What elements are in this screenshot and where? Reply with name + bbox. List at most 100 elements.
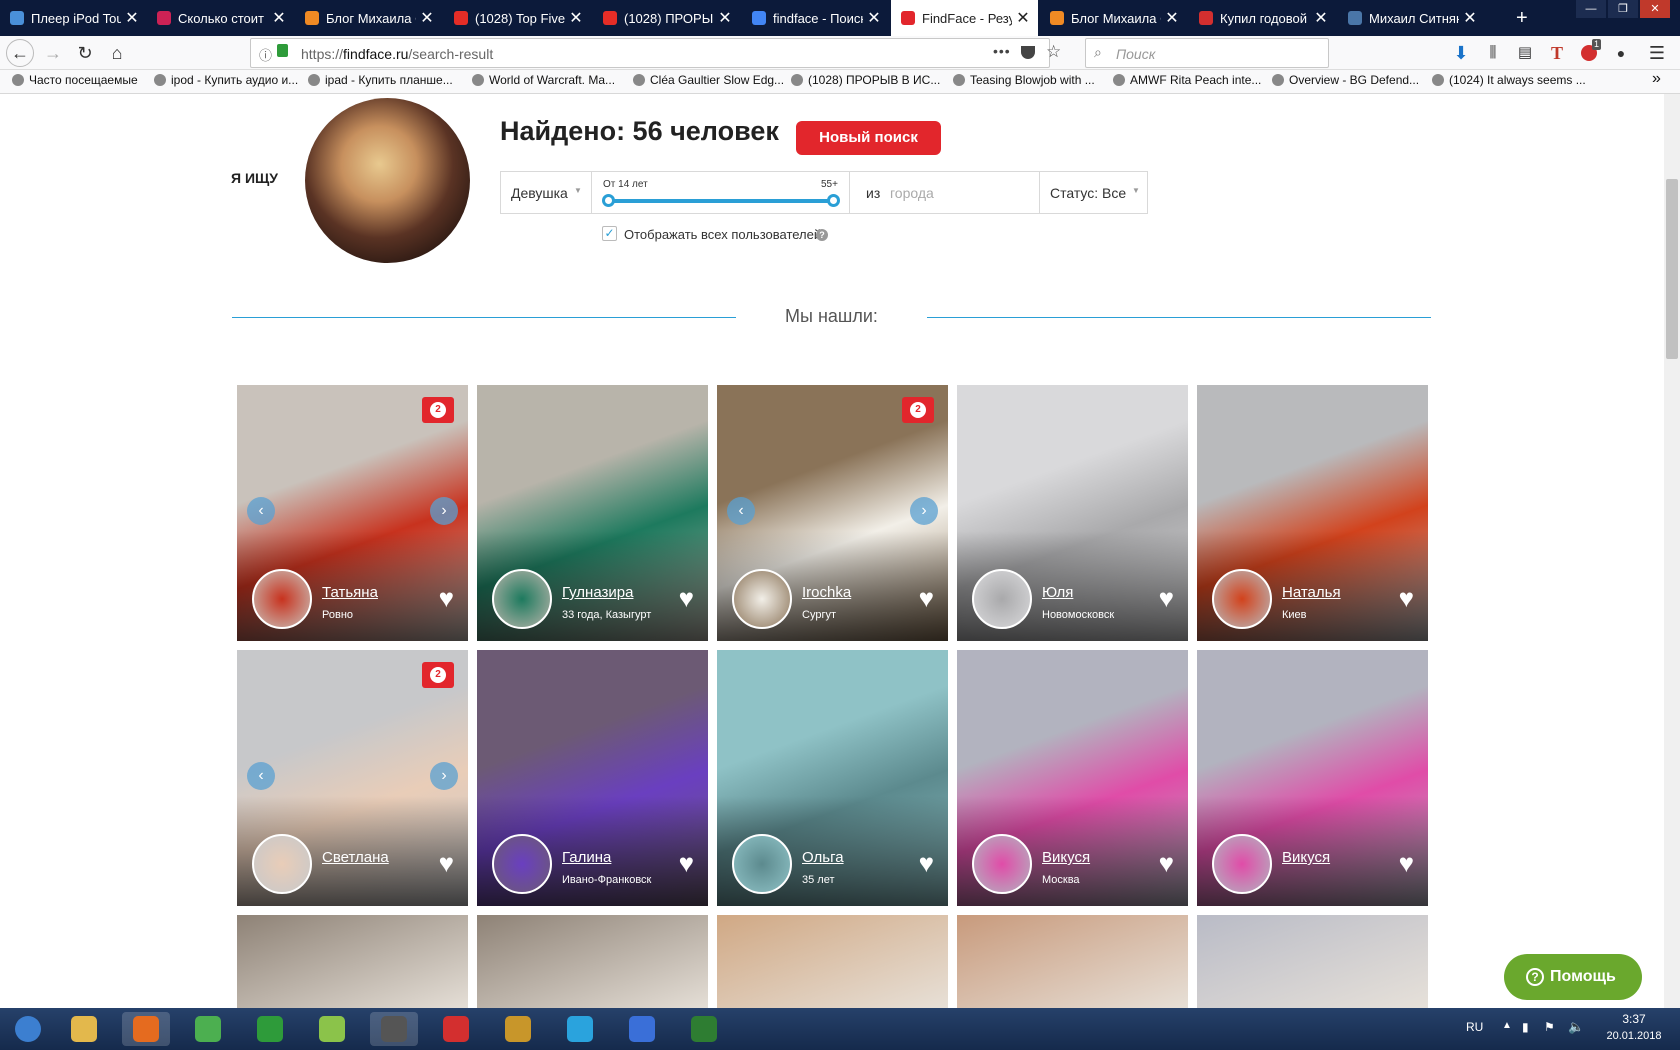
green-app-icon[interactable] <box>680 1012 728 1046</box>
prev-photo-icon[interactable]: ‹ <box>247 497 275 525</box>
result-card[interactable] <box>717 915 948 1008</box>
profile-name-link[interactable]: Светлана <box>322 849 389 866</box>
profile-name-link[interactable]: Викуся <box>1282 849 1330 866</box>
prev-photo-icon[interactable]: ‹ <box>727 497 755 525</box>
heart-icon[interactable]: ♥ <box>1399 585 1414 611</box>
translate-icon[interactable]: T <box>1544 41 1570 65</box>
url-text[interactable]: https://findface.ru/search-result <box>301 46 493 62</box>
avatar[interactable] <box>1212 834 1272 894</box>
chrome-icon[interactable] <box>184 1012 232 1046</box>
next-photo-icon[interactable]: › <box>430 497 458 525</box>
photo-count-icon[interactable]: 2 <box>422 397 454 423</box>
profile-name-link[interactable]: Irochka <box>802 584 851 601</box>
result-card[interactable]: Юля Новомосковск ♥ <box>957 385 1188 641</box>
bookmarks-overflow-icon[interactable]: » <box>1652 70 1661 88</box>
result-card[interactable] <box>957 915 1188 1008</box>
photo-count-icon[interactable]: 2 <box>422 662 454 688</box>
tab-close-icon[interactable]: ✕ <box>1012 8 1034 28</box>
tab-close-icon[interactable]: ✕ <box>714 8 736 28</box>
result-card[interactable] <box>1197 915 1428 1008</box>
result-card[interactable]: Галина Ивано-Франковск ♥ <box>477 650 708 906</box>
home-icon[interactable]: ⌂ <box>104 41 130 65</box>
telegram-icon[interactable] <box>556 1012 604 1046</box>
start-icon[interactable] <box>4 1012 52 1046</box>
blue-app-icon[interactable] <box>618 1012 666 1046</box>
clock-date[interactable]: 20.01.2018 <box>1596 1030 1672 1042</box>
result-card[interactable]: 2 ‹ › Irochka Сургут ♥ <box>717 385 948 641</box>
avatar[interactable] <box>252 834 312 894</box>
avatar[interactable] <box>972 834 1032 894</box>
tab-8[interactable]: Купил годовой ✕ <box>1189 0 1336 36</box>
forward-icon[interactable]: → <box>40 41 66 65</box>
page-scrollbar[interactable] <box>1664 94 1680 1008</box>
window-close-button[interactable]: ✕ <box>1640 0 1670 18</box>
adblock-icon[interactable]: 1 <box>1576 39 1602 65</box>
search-field[interactable]: ⌕ Поиск <box>1085 38 1329 68</box>
warcraft-icon[interactable] <box>494 1012 542 1046</box>
next-photo-icon[interactable]: › <box>430 762 458 790</box>
tab-2[interactable]: Блог Михаила С ✕ <box>295 0 442 36</box>
avatar[interactable] <box>492 569 552 629</box>
bookmark-item[interactable]: Teasing Blowjob with ... <box>953 73 1095 87</box>
tab-6[interactable]: FindFace - Резул✕ <box>891 0 1038 36</box>
avatar[interactable] <box>252 569 312 629</box>
new-tab-button[interactable]: + <box>1506 0 1536 36</box>
avatar[interactable] <box>492 834 552 894</box>
heart-icon[interactable]: ♥ <box>919 850 934 876</box>
clock-time[interactable]: 3:37 <box>1604 1012 1664 1026</box>
window-maximize-button[interactable]: ❐ <box>1608 0 1638 18</box>
tab-9[interactable]: Михаил Ситнян ✕ <box>1338 0 1485 36</box>
utorrent-icon[interactable] <box>246 1012 294 1046</box>
heart-icon[interactable]: ♥ <box>679 850 694 876</box>
profile-name-link[interactable]: Ольга <box>802 849 844 866</box>
prev-photo-icon[interactable]: ‹ <box>247 762 275 790</box>
result-card[interactable]: Викуся Москва ♥ <box>957 650 1188 906</box>
avatar[interactable] <box>972 569 1032 629</box>
menu-icon[interactable]: ☰ <box>1644 41 1670 65</box>
profile-name-link[interactable]: Татьяна <box>322 584 378 601</box>
tab-3[interactable]: (1028) Top Five - ✕ <box>444 0 591 36</box>
back-icon[interactable]: ← <box>6 39 34 67</box>
photo-count-icon[interactable]: 2 <box>902 397 934 423</box>
bookmark-item[interactable]: ipod - Купить аудио и... <box>154 73 298 87</box>
bookmark-item[interactable]: AMWF Rita Peach inte... <box>1113 73 1261 87</box>
tab-close-icon[interactable]: ✕ <box>1310 8 1332 28</box>
result-card[interactable]: 2 ‹ › Светлана ♥ <box>237 650 468 906</box>
bookmark-star-icon[interactable]: ☆ <box>1046 42 1061 62</box>
network-icon[interactable]: ▮ <box>1522 1020 1529 1034</box>
heart-icon[interactable]: ♥ <box>919 585 934 611</box>
heart-icon[interactable]: ♥ <box>1159 850 1174 876</box>
bookmark-item[interactable]: Overview - BG Defend... <box>1272 73 1419 87</box>
info-icon[interactable]: ⓘ <box>259 45 272 64</box>
tab-4[interactable]: (1028) ПРОРЫВ в✕ <box>593 0 740 36</box>
result-card[interactable]: Гулназира 33 года, Казыгурт ♥ <box>477 385 708 641</box>
language-indicator[interactable]: RU <box>1466 1020 1483 1034</box>
tab-close-icon[interactable]: ✕ <box>1459 8 1481 28</box>
tray-arrow-icon[interactable]: ▲ <box>1502 1020 1512 1031</box>
flag-icon[interactable]: ⚑ <box>1544 1020 1555 1034</box>
camera-icon[interactable] <box>370 1012 418 1046</box>
url-bar[interactable]: ⓘ https://findface.ru/search-result ••• … <box>250 38 1061 68</box>
bookmark-item[interactable]: (1028) ПРОРЫВ В ИС... <box>791 73 940 87</box>
heart-icon[interactable]: ♥ <box>1399 850 1414 876</box>
avatar[interactable] <box>1212 569 1272 629</box>
result-card[interactable]: Ольга 35 лет ♥ <box>717 650 948 906</box>
tab-close-icon[interactable]: ✕ <box>863 8 885 28</box>
download-icon[interactable]: ⬇ <box>1448 41 1474 65</box>
help-button[interactable]: ? Помощь <box>1504 954 1642 1000</box>
profile-name-link[interactable]: Наталья <box>1282 584 1341 601</box>
library-icon[interactable]: ⫼ <box>1480 41 1506 65</box>
sidebar-icon[interactable]: ▤ <box>1512 41 1538 65</box>
scrollbar-thumb[interactable] <box>1666 179 1678 359</box>
tab-close-icon[interactable]: ✕ <box>416 8 438 28</box>
firefox-icon[interactable] <box>122 1012 170 1046</box>
profile-name-link[interactable]: Викуся <box>1042 849 1090 866</box>
opera-icon[interactable] <box>432 1012 480 1046</box>
window-minimize-button[interactable]: — <box>1576 0 1606 18</box>
volume-icon[interactable]: 🔈 <box>1568 1019 1584 1035</box>
android-icon[interactable] <box>308 1012 356 1046</box>
tab-close-icon[interactable]: ✕ <box>268 8 290 28</box>
profile-name-link[interactable]: Гулназира <box>562 584 633 601</box>
profile-name-link[interactable]: Юля <box>1042 584 1073 601</box>
tab-5[interactable]: findface - Поиск ✕ <box>742 0 889 36</box>
